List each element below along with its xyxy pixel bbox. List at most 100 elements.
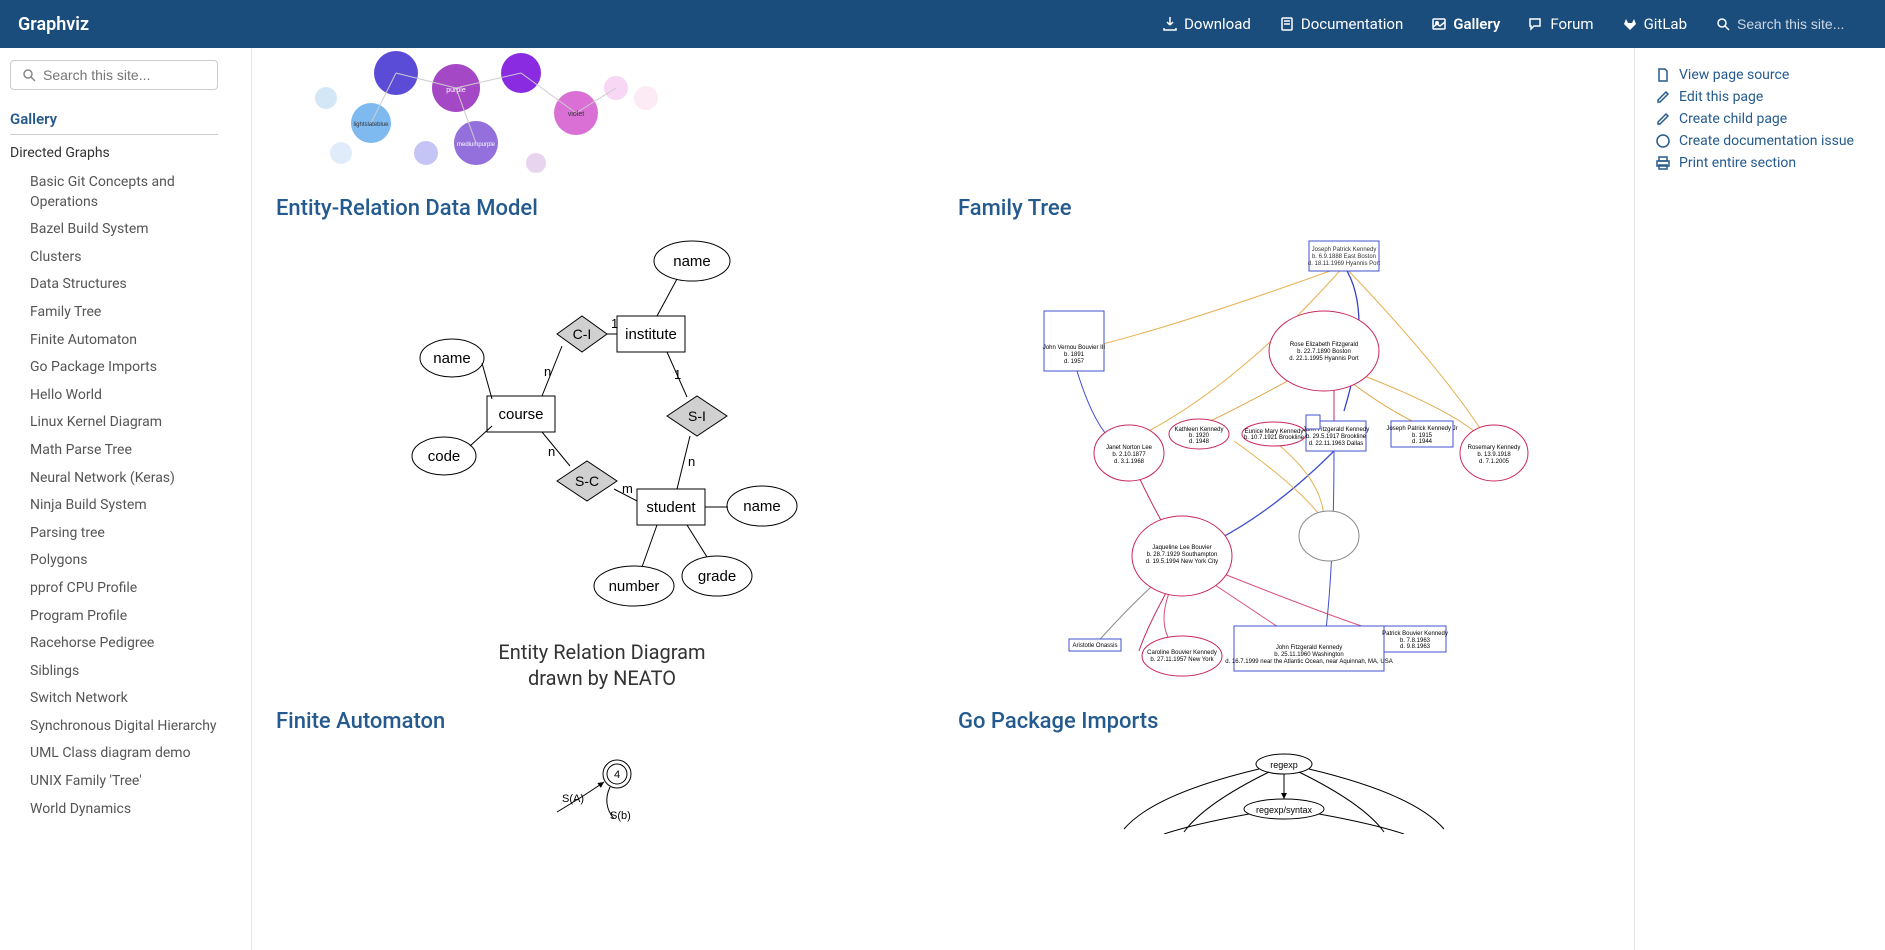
sidebar: Gallery Directed Graphs Basic Git Concep… <box>0 48 252 950</box>
svg-text:S(A): S(A) <box>562 793 584 805</box>
svg-text:b. 28.7.1929 Southampton: b. 28.7.1929 Southampton <box>1147 552 1218 558</box>
svg-text:b. 10.7.1921 Brookline: b. 10.7.1921 Brookline <box>1244 435 1305 441</box>
sidebar-item[interactable]: UML Class diagram demo <box>30 740 241 768</box>
svg-text:b. 1891: b. 1891 <box>1064 352 1085 358</box>
sidebar-item[interactable]: Data Structures <box>30 271 241 299</box>
navbar-right: Download Documentation Gallery Forum Git… <box>1162 15 1867 33</box>
svg-text:John Vernou Bouvier III: John Vernou Bouvier III <box>1043 345 1106 351</box>
nav-forum[interactable]: Forum <box>1528 15 1593 33</box>
entity-relation-link[interactable]: Entity-Relation Data Model <box>276 196 538 221</box>
sidebar-item[interactable]: Basic Git Concepts and Operations <box>30 169 241 216</box>
sidebar-item[interactable]: Math Parse Tree <box>30 437 241 465</box>
svg-text:d. 7.1.2005: d. 7.1.2005 <box>1479 459 1510 465</box>
svg-text:institute: institute <box>625 326 677 343</box>
nav-gitlab-label: GitLab <box>1644 15 1687 33</box>
entity-relation-thumb[interactable]: name institute C-I name course S-I code … <box>276 231 928 631</box>
sidebar-search-input[interactable] <box>43 67 207 83</box>
sidebar-item[interactable]: Switch Network <box>30 685 241 713</box>
svg-text:Janet Norton Lee: Janet Norton Lee <box>1106 445 1153 451</box>
sidebar-category[interactable]: Directed Graphs <box>10 145 241 161</box>
svg-text:1: 1 <box>611 316 618 331</box>
svg-text:Jaqueline Lee Bouvier: Jaqueline Lee Bouvier <box>1152 545 1211 551</box>
nav-search[interactable] <box>1715 16 1867 32</box>
svg-text:n: n <box>544 364 551 379</box>
svg-text:b. 6.9.1888 East Boston: b. 6.9.1888 East Boston <box>1312 254 1376 260</box>
sidebar-item[interactable]: Siblings <box>30 658 241 686</box>
create-issue-link[interactable]: Create documentation issue <box>1655 130 1865 152</box>
edit-icon <box>1655 111 1671 127</box>
svg-text:grade: grade <box>698 568 736 585</box>
content: purple violet lightslateblue mediumpurpl… <box>252 48 1635 950</box>
create-child-link[interactable]: Create child page <box>1655 108 1865 130</box>
svg-text:m: m <box>622 481 633 496</box>
svg-text:Caroline Bouvier Kennedy: Caroline Bouvier Kennedy <box>1147 650 1217 656</box>
go-imports-thumb[interactable]: regexp regexp/syntax <box>958 744 1610 834</box>
doc-icon <box>1279 16 1295 32</box>
svg-text:b. 25.11.1960 Washington: b. 25.11.1960 Washington <box>1274 652 1343 658</box>
sidebar-item[interactable]: Neural Network (Keras) <box>30 465 241 493</box>
svg-text:name: name <box>743 498 781 515</box>
sidebar-item[interactable]: Polygons <box>30 547 241 575</box>
go-imports-link[interactable]: Go Package Imports <box>958 709 1158 734</box>
nav-documentation[interactable]: Documentation <box>1279 15 1403 33</box>
svg-text:b. 22.7.1890 Boston: b. 22.7.1890 Boston <box>1297 349 1351 355</box>
brand-link[interactable]: Graphviz <box>18 14 89 35</box>
nav-download[interactable]: Download <box>1162 15 1251 33</box>
svg-text:Rose Elizabeth Fitzgerald: Rose Elizabeth Fitzgerald <box>1290 342 1358 348</box>
svg-text:Joseph Patrick Kennedy Jr: Joseph Patrick Kennedy Jr <box>1386 426 1457 432</box>
sidebar-item[interactable]: Ninja Build System <box>30 492 241 520</box>
svg-text:d. 9.8.1963: d. 9.8.1963 <box>1400 644 1431 650</box>
family-tree-link[interactable]: Family Tree <box>958 196 1072 221</box>
download-icon <box>1162 16 1178 32</box>
svg-text:d. 16.7.1999 near the Atlantic: d. 16.7.1999 near the Atlantic Ocean, ne… <box>1225 659 1392 665</box>
sidebar-item[interactable]: pprof CPU Profile <box>30 575 241 603</box>
edit-page-link[interactable]: Edit this page <box>1655 86 1865 108</box>
sidebar-item[interactable]: Linux Kernel Diagram <box>30 409 241 437</box>
svg-text:name: name <box>673 253 711 270</box>
sidebar-item[interactable]: Parsing tree <box>30 520 241 548</box>
svg-text:Rosemary Kennedy: Rosemary Kennedy <box>1468 445 1521 451</box>
svg-text:regexp: regexp <box>1270 760 1298 770</box>
svg-text:regexp/syntax: regexp/syntax <box>1256 805 1313 815</box>
print-link[interactable]: Print entire section <box>1655 152 1865 174</box>
svg-text:mediumpurple: mediumpurple <box>457 142 496 148</box>
svg-text:Aristotle Onassis: Aristotle Onassis <box>1072 643 1117 649</box>
svg-text:violet: violet <box>568 111 584 118</box>
svg-text:d. 1944: d. 1944 <box>1412 439 1433 445</box>
nav-gallery[interactable]: Gallery <box>1431 15 1500 33</box>
sidebar-item[interactable]: Hello World <box>30 382 241 410</box>
gallery-item-finite-automaton: Finite Automaton 4 S(A) S(b) <box>276 691 928 834</box>
print-icon <box>1655 155 1671 171</box>
svg-text:1: 1 <box>674 367 681 382</box>
sidebar-item[interactable]: Program Profile <box>30 603 241 631</box>
svg-text:S-I: S-I <box>688 408 706 424</box>
sidebar-item[interactable]: Go Package Imports <box>30 354 241 382</box>
rightbar: View page source Edit this page Create c… <box>1635 48 1885 950</box>
svg-text:name: name <box>433 350 471 367</box>
sidebar-item[interactable]: Racehorse Pedigree <box>30 630 241 658</box>
finite-automaton-link[interactable]: Finite Automaton <box>276 709 445 734</box>
sidebar-item[interactable]: Bazel Build System <box>30 216 241 244</box>
nav-search-input[interactable] <box>1737 16 1867 32</box>
view-source-link[interactable]: View page source <box>1655 64 1865 86</box>
nav-gallery-label: Gallery <box>1453 15 1500 33</box>
svg-text:purple: purple <box>446 87 466 94</box>
svg-text:d. 3.1.1968: d. 3.1.1968 <box>1114 459 1145 465</box>
finite-automaton-thumb[interactable]: 4 S(A) S(b) <box>276 744 928 834</box>
sidebar-item[interactable]: Family Tree <box>30 299 241 327</box>
svg-text:course: course <box>498 406 543 423</box>
sidebar-item[interactable]: Clusters <box>30 244 241 272</box>
sidebar-search[interactable] <box>10 60 218 90</box>
color-wheel-fragment: purple violet lightslateblue mediumpurpl… <box>276 48 1610 178</box>
sidebar-item[interactable]: Finite Automaton <box>30 327 241 355</box>
file-icon <box>1655 67 1671 83</box>
sidebar-item[interactable]: UNIX Family 'Tree' <box>30 768 241 796</box>
sidebar-heading[interactable]: Gallery <box>10 106 218 135</box>
family-tree-thumb[interactable]: Joseph Patrick Kennedyb. 6.9.1888 East B… <box>958 231 1610 681</box>
nav-gitlab[interactable]: GitLab <box>1622 15 1687 33</box>
svg-text:lightslateblue: lightslateblue <box>353 122 389 128</box>
sidebar-item[interactable]: Synchronous Digital Hierarchy <box>30 713 241 741</box>
svg-text:Patrick Bouvier Kennedy: Patrick Bouvier Kennedy <box>1382 631 1448 637</box>
svg-text:C-I: C-I <box>573 326 592 342</box>
sidebar-item[interactable]: World Dynamics <box>30 796 241 824</box>
